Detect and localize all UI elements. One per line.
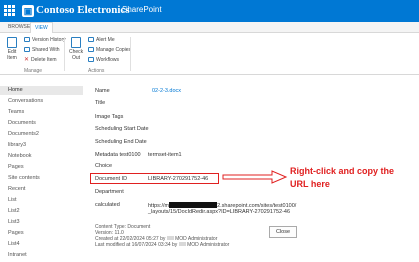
manage-group-label: Manage [24, 68, 43, 74]
ribbon: Edit Item Version History Shared With ✕ D… [0, 33, 419, 75]
manage-copies-label: Manage Copies [96, 47, 132, 53]
app-launcher-icon[interactable] [4, 5, 15, 16]
nav-item-list2[interactable]: List2 [8, 208, 20, 214]
nav-item-intranet[interactable]: Intranet [8, 252, 27, 258]
nav-item-documents[interactable]: Documents [8, 120, 36, 126]
field-label-title: Title [95, 100, 106, 106]
nav-item-pages-2[interactable]: Pages [8, 230, 24, 236]
field-label-calculated: calculated [95, 202, 120, 208]
manage-copies-button[interactable]: Manage Copies [88, 47, 131, 53]
field-value-metadata: termset-item1 [148, 152, 182, 158]
bell-icon [88, 37, 94, 42]
field-value-name[interactable]: 02-2-3.docx [152, 88, 181, 94]
edit-item-label: Edit Item [7, 49, 17, 61]
annotation-text: Right-click and copy the URL here [290, 166, 395, 189]
field-label-metadata: Metadata test0100 [95, 152, 141, 158]
shared-with-button[interactable]: Shared With [24, 47, 60, 53]
workflows-label: Workflows [96, 57, 119, 63]
nav-item-library3[interactable]: library3 [8, 142, 26, 148]
nav-item-home[interactable]: Home [0, 86, 83, 95]
delete-item-button[interactable]: ✕ Delete Item [24, 57, 57, 63]
field-label-choice: Choice [95, 163, 113, 169]
modified-by-label: by [172, 242, 178, 248]
field-value-calculated[interactable]: https://m 2.sharepoint.com/sites/test0100… [148, 202, 296, 209]
logo-icon: ▣ [22, 5, 34, 17]
nav-item-notebook[interactable]: Notebook [8, 153, 32, 159]
ribbon-divider [130, 37, 131, 71]
annotation-arrow-icon [222, 170, 288, 184]
ribbon-tabs: BROWSE VIEW [0, 22, 419, 33]
nav-item-teams[interactable]: Teams [8, 109, 24, 115]
nav-item-list4[interactable]: List4 [8, 241, 20, 247]
suite-bar: ▣ Contoso Electronics SharePoint [0, 0, 419, 22]
nav-item-site-contents[interactable]: Site contents [8, 175, 40, 181]
field-value-calculated-line2[interactable]: _layouts/15/DocIdRedir.aspx?ID=LIBRARY-2… [148, 209, 290, 215]
version-history-label: Version History [32, 37, 66, 43]
check-out-button[interactable]: Check Out [69, 37, 83, 61]
nav-item-pages[interactable]: Pages [8, 164, 24, 170]
field-label-scheduling-start-date: Scheduling Start Date [95, 126, 149, 132]
shared-with-icon [24, 47, 30, 52]
field-value-document-id: LIBRARY-270291752-46 [148, 176, 209, 182]
alert-me-label: Alert Me [96, 37, 115, 43]
field-label-department: Department [95, 189, 124, 195]
app-name[interactable]: SharePoint [122, 5, 162, 14]
nav-item-list3[interactable]: List3 [8, 219, 20, 225]
site-logo[interactable]: ▣ Contoso Electronics [22, 4, 130, 17]
quick-launch: Home Conversations Teams Documents Docum… [0, 80, 83, 262]
field-label-name: Name [95, 88, 110, 94]
field-label-document-id: Document ID [95, 176, 128, 182]
nav-item-documents2[interactable]: Documents2 [8, 131, 39, 137]
version-history-button[interactable]: Version History [24, 37, 66, 43]
alert-me-button[interactable]: Alert Me [88, 37, 115, 43]
edit-item-button[interactable]: Edit Item [4, 37, 20, 61]
modified-text: Last modified at 16/07/2024 03:34 by MOD… [95, 242, 229, 248]
tab-browse[interactable]: BROWSE [8, 24, 30, 30]
edit-icon [7, 37, 17, 48]
check-out-label: Check Out [69, 49, 84, 61]
user-presence-icon [166, 236, 174, 240]
tab-view[interactable]: VIEW [30, 22, 53, 33]
modified-by-user[interactable]: MOD Administrator [187, 242, 229, 248]
workflows-button[interactable]: Workflows [88, 57, 119, 63]
redacted-block [169, 202, 218, 208]
logo-text: Contoso Electronics [36, 4, 130, 16]
shared-with-label: Shared With [32, 47, 60, 53]
field-label-scheduling-end-date: Scheduling End Date [95, 139, 147, 145]
check-out-icon [71, 37, 81, 48]
user-presence-icon [178, 242, 186, 246]
close-button[interactable]: Close [269, 226, 297, 238]
ribbon-divider [64, 37, 65, 71]
field-label-image-tags: Image Tags [95, 114, 124, 120]
nav-item-conversations[interactable]: Conversations [8, 98, 43, 104]
nav-item-recent[interactable]: Recent [8, 186, 25, 192]
copies-icon [88, 47, 94, 52]
version-history-icon [24, 37, 30, 42]
modified-date: Last modified at 16/07/2024 03:34 [95, 242, 171, 248]
delete-item-label: Delete Item [31, 57, 57, 63]
workflows-icon [88, 57, 94, 62]
actions-group-label: Actions [88, 68, 105, 74]
delete-icon: ✕ [24, 57, 30, 63]
nav-item-list[interactable]: List [8, 197, 17, 203]
